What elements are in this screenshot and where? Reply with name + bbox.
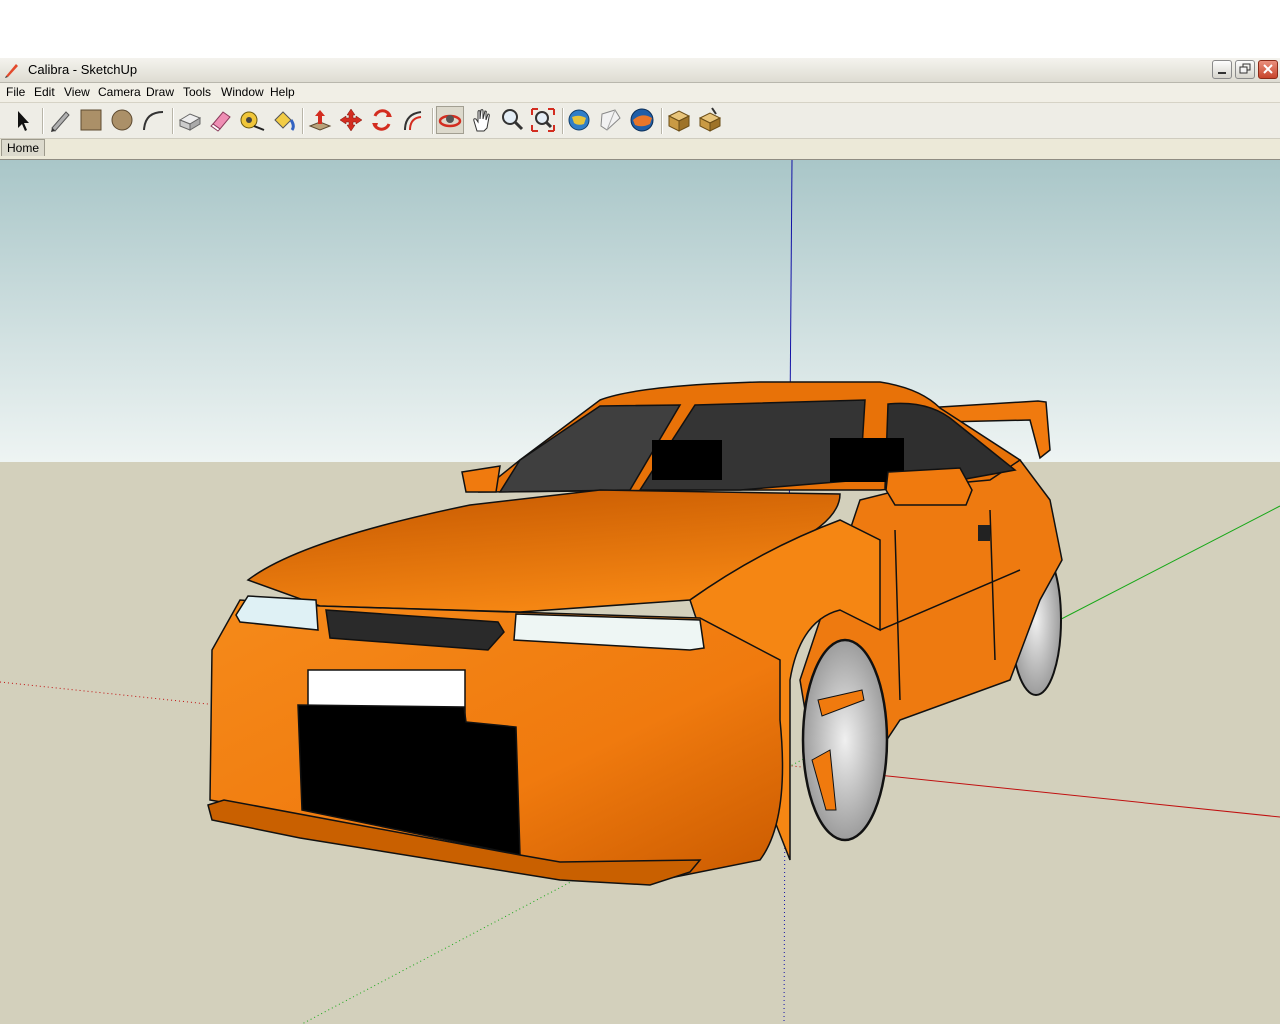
- sketchup-window: Calibra - SketchUp File Edit View Camera…: [0, 58, 1280, 1024]
- pencil-tool-button[interactable]: [46, 106, 74, 134]
- menu-window[interactable]: Window: [221, 85, 264, 99]
- toolbar-separator: [562, 108, 564, 134]
- toolbar-separator: [302, 108, 304, 134]
- rectangle-icon: [80, 109, 102, 131]
- zoom-extents-tool-button[interactable]: [529, 106, 557, 134]
- menu-file[interactable]: File: [6, 85, 25, 99]
- magnifier-icon: [502, 109, 524, 131]
- share-model-icon: [600, 109, 621, 131]
- close-icon: [1263, 64, 1273, 74]
- zoom-tool-button[interactable]: [498, 106, 526, 134]
- window-title: Calibra - SketchUp: [28, 62, 138, 77]
- toolbar-separator: [661, 108, 663, 134]
- menu-tools[interactable]: Tools: [183, 85, 211, 99]
- arrow-cursor-icon: [18, 111, 29, 131]
- google-earth-tool-button[interactable]: [628, 106, 656, 134]
- make-component-tool-button[interactable]: [176, 106, 204, 134]
- components-tool-button[interactable]: [665, 106, 693, 134]
- share-model-tool-button[interactable]: [597, 106, 625, 134]
- eraser-tool-button[interactable]: [207, 106, 235, 134]
- main-toolbar: [0, 103, 1280, 139]
- offset-tool-button[interactable]: [399, 106, 427, 134]
- rotate-tool-button[interactable]: [368, 106, 396, 134]
- model-viewport[interactable]: [0, 159, 1280, 1024]
- toolbar-separator: [172, 108, 174, 134]
- styles-tool-button[interactable]: [696, 106, 724, 134]
- scene-tab-home[interactable]: Home: [1, 139, 45, 156]
- rotate-icon: [372, 109, 392, 131]
- tape-measure-icon: [240, 111, 265, 131]
- side-mirror-right: [885, 467, 973, 506]
- pencil-icon: [51, 111, 70, 132]
- restore-button[interactable]: [1235, 60, 1255, 79]
- styles-box-icon: [698, 107, 722, 132]
- front-wheel: [801, 638, 889, 842]
- pan-tool-button[interactable]: [468, 106, 496, 134]
- menu-help[interactable]: Help: [270, 85, 295, 99]
- paint-bucket-icon: [274, 111, 295, 131]
- select-tool-button[interactable]: [8, 106, 36, 134]
- scene-tab-bar: Home: [0, 139, 1280, 158]
- close-button[interactable]: [1258, 60, 1278, 79]
- arc-tool-button[interactable]: [139, 106, 167, 134]
- circle-tool-button[interactable]: [108, 106, 136, 134]
- orbit-icon: [438, 114, 462, 128]
- push-pull-tool-button[interactable]: [306, 106, 334, 134]
- move-tool-button[interactable]: [337, 106, 365, 134]
- zoom-extents-icon: [531, 108, 555, 132]
- offset-icon: [404, 111, 422, 131]
- restore-icon: [1239, 63, 1251, 74]
- circle-icon: [111, 109, 133, 131]
- eraser-icon: [210, 111, 231, 132]
- globe-download-icon: [568, 109, 590, 131]
- menu-camera[interactable]: Camera: [98, 85, 141, 99]
- hand-icon: [473, 109, 490, 132]
- toolbar-separator: [42, 108, 44, 134]
- get-models-tool-button[interactable]: [566, 106, 594, 134]
- title-bar[interactable]: Calibra - SketchUp: [0, 58, 1280, 83]
- earth-icon: [630, 108, 654, 132]
- minimize-button[interactable]: [1212, 60, 1232, 79]
- menu-view[interactable]: View: [64, 85, 90, 99]
- push-pull-icon: [308, 110, 332, 131]
- door-handle: [978, 525, 990, 541]
- menu-bar: File Edit View Camera Draw Tools Window …: [0, 83, 1280, 103]
- move-icon: [339, 108, 363, 132]
- tape-measure-tool-button[interactable]: [238, 106, 266, 134]
- sketchup-app-icon: [5, 64, 18, 78]
- paint-bucket-tool-button[interactable]: [269, 106, 297, 134]
- component-icon: [178, 113, 202, 131]
- arc-icon: [143, 111, 164, 131]
- menu-draw[interactable]: Draw: [146, 85, 174, 99]
- minimize-icon: [1218, 72, 1226, 74]
- rectangle-tool-button[interactable]: [77, 106, 105, 134]
- menu-edit[interactable]: Edit: [34, 85, 55, 99]
- toolbar-separator: [432, 108, 434, 134]
- components-box-icon: [667, 110, 691, 132]
- orbit-tool-button[interactable]: [436, 106, 464, 134]
- seat-left: [652, 440, 722, 480]
